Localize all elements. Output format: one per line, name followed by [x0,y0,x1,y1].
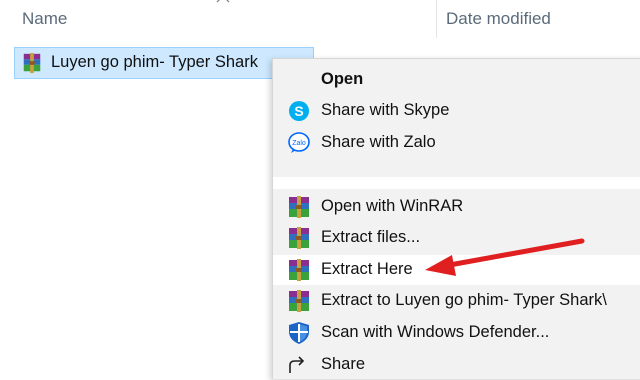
context-menu: Open S Share with Skype Zalo Share with … [272,58,640,379]
menu-item-share[interactable]: Share [273,350,640,380]
menu-item-scan-with-windows-defender[interactable]: Scan with Windows Defender... [273,318,640,348]
svg-text:S: S [294,103,303,119]
winrar-icon [289,227,309,249]
winrar-icon [289,259,309,281]
menu-item-extract-to-folder[interactable]: Extract to Luyen go phim- Typer Shark\ [273,286,640,316]
menu-item-extract-files[interactable]: Extract files... [273,223,640,253]
file-name-label: Luyen go phim- Typer Shark [51,53,258,71]
zalo-icon: Zalo [288,132,310,153]
column-header: Name Date modified [0,0,640,40]
menu-item-label: Open [321,70,364,88]
winrar-icon [289,196,309,218]
menu-item-open-with-winrar[interactable]: Open with WinRAR [273,192,640,222]
menu-item-label: Extract to Luyen go phim- Typer Shark\ [321,291,607,309]
menu-item-label: Share with Zalo [321,133,436,151]
column-date-modified-header[interactable]: Date modified [446,9,551,29]
menu-separator [273,177,640,189]
menu-item-label: Extract files... [321,228,421,246]
menu-item-label: Scan with Windows Defender... [321,323,550,341]
menu-item-label: Open with WinRAR [321,197,464,215]
menu-item-extract-here[interactable]: Extract Here [273,255,640,285]
winrar-archive-icon [23,52,41,74]
menu-item-open[interactable]: Open [273,65,640,95]
share-icon [289,356,305,373]
column-name-header[interactable]: Name [22,9,67,29]
sort-chevron-up-icon[interactable] [216,0,230,6]
winrar-icon [289,290,309,312]
column-divider[interactable] [436,0,437,38]
skype-icon: S [289,101,309,121]
svg-text:Zalo: Zalo [292,140,306,147]
menu-item-label: Share with Skype [321,101,450,119]
menu-item-share-with-zalo[interactable]: Zalo Share with Zalo [273,128,640,158]
menu-item-label: Extract Here [321,260,413,278]
menu-item-share-with-skype[interactable]: S Share with Skype [273,96,640,126]
windows-defender-shield-icon [289,322,309,344]
file-row-selected[interactable]: Luyen go phim- Typer Shark [14,47,314,79]
